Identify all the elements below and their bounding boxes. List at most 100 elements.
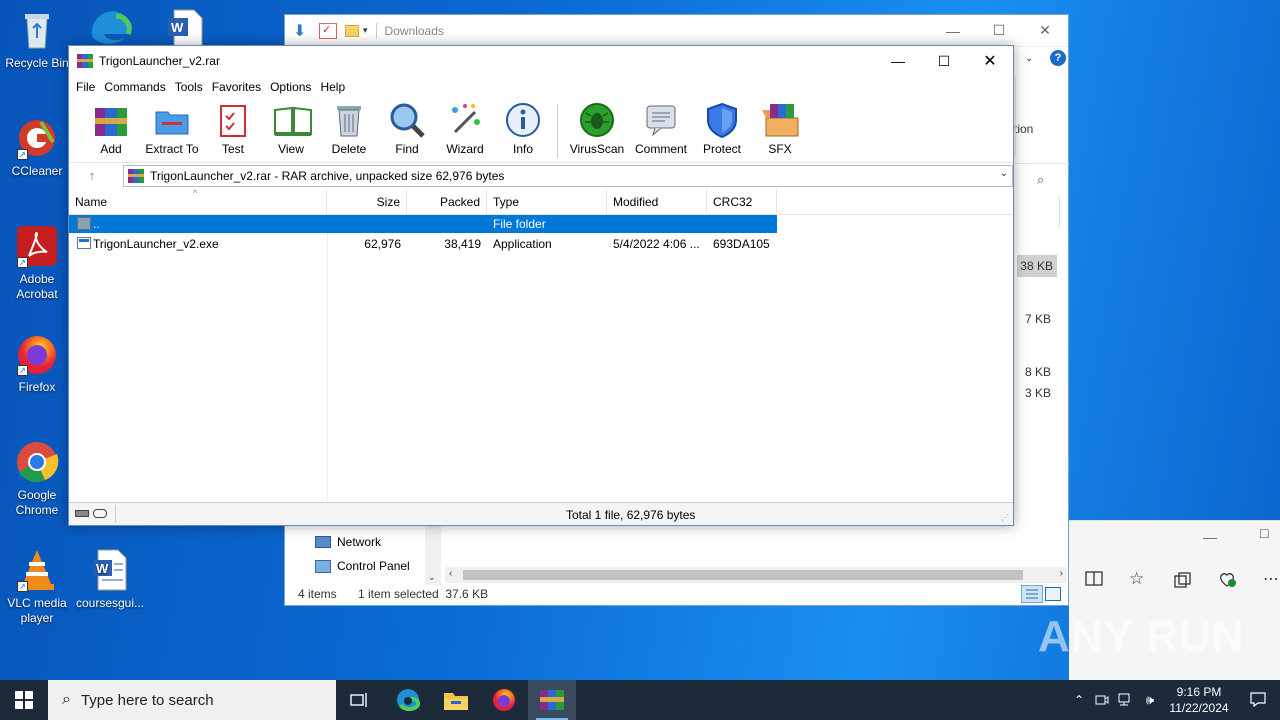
window-title: Downloads (384, 23, 444, 38)
nav-item-network[interactable]: Network (315, 535, 381, 549)
network-icon[interactable] (1114, 692, 1138, 709)
resize-grip-icon[interactable]: ⋰ (1001, 513, 1009, 522)
desktop-icon-label: Google Chrome (15, 488, 59, 517)
desktop-icon-vlc[interactable]: ↗ VLC media player (1, 548, 73, 626)
close-button[interactable]: ✕ (967, 51, 1013, 71)
toolbar-sfx-button[interactable]: SFX (752, 102, 808, 156)
menu-favorites[interactable]: Favorites (212, 80, 270, 94)
menu-options[interactable]: Options (270, 80, 320, 94)
chevron-up-icon[interactable]: ⌃ (1068, 693, 1090, 707)
desktop-icon-google-chrome[interactable]: Google Chrome (1, 440, 73, 518)
nav-scrollbar[interactable]: ⌄ (425, 525, 441, 585)
word-desktop-icon[interactable]: W (164, 8, 204, 47)
table-row-parent-folder[interactable]: .. File folder (69, 215, 777, 233)
column-packed[interactable]: Packed (407, 188, 487, 215)
task-view-button[interactable] (336, 680, 384, 720)
winrar-window[interactable]: TrigonLauncher_v2.rar — ☐ ✕ File Command… (68, 45, 1014, 526)
new-folder-icon[interactable] (345, 24, 359, 37)
maximize-button[interactable]: ☐ (976, 16, 1022, 46)
more-options-icon[interactable]: ⋯ (1263, 569, 1279, 589)
scroll-right-arrow-icon[interactable]: › (1060, 568, 1063, 579)
minimize-button[interactable]: — (875, 53, 921, 69)
toolbar-view-button[interactable]: View (263, 102, 319, 156)
toolbar-protect-button[interactable]: Protect (694, 102, 750, 156)
winrar-titlebar[interactable]: TrigonLauncher_v2.rar — ☐ ✕ (69, 46, 1013, 76)
toolbar-separator (557, 104, 558, 158)
taskbar-firefox-button[interactable] (480, 680, 528, 720)
virus-scan-icon (579, 102, 615, 138)
chevron-down-icon[interactable]: ⌄ (428, 572, 436, 583)
control-panel-icon (315, 559, 331, 573)
edge-desktop-icon[interactable] (88, 6, 136, 46)
desktop-icon-ccleaner[interactable]: ↗ CCleaner (1, 116, 73, 179)
notifications-icon[interactable] (1236, 691, 1280, 710)
column-crc32[interactable]: CRC32 (707, 188, 777, 215)
chevron-down-icon[interactable]: ⌄ (1000, 168, 1008, 179)
browser-essentials-icon[interactable] (1217, 569, 1237, 592)
toolbar-delete-button[interactable]: Delete (321, 102, 377, 156)
column-label: Modified (613, 194, 659, 209)
toolbar-label: VirusScan (569, 142, 625, 156)
toolbar-comment-button[interactable]: Comment (630, 102, 692, 156)
column-label: Type (493, 194, 520, 209)
desktop-icon-coursesguide[interactable]: W coursesgui... (74, 548, 146, 611)
toolbar-test-button[interactable]: Test (205, 102, 261, 156)
close-button[interactable]: ✕ (1022, 16, 1068, 46)
nav-item-label: Network (337, 535, 382, 549)
clock[interactable]: 9:16 PM 11/22/2024 (1162, 684, 1236, 716)
menu-file[interactable]: File (76, 80, 104, 94)
toolbar-find-button[interactable]: Find (379, 102, 435, 156)
help-icon[interactable]: ? (1050, 50, 1066, 66)
desktop-icon-recycle-bin[interactable]: Recycle Bin (1, 8, 73, 71)
chevron-down-icon[interactable]: ⌄ (1025, 53, 1033, 64)
maximize-icon[interactable]: ☐ (1259, 527, 1270, 541)
network-icon (315, 536, 331, 548)
scrollbar-thumb[interactable] (463, 570, 1023, 580)
desktop-icon-firefox[interactable]: ↗ Firefox (1, 332, 73, 395)
collections-icon[interactable] (1173, 571, 1191, 592)
explorer-titlebar[interactable]: ⬇ ✓ ▾ Downloads — ☐ ✕ (285, 15, 1068, 47)
properties-icon[interactable]: ✓ (319, 22, 337, 39)
minimize-icon[interactable]: — (1203, 529, 1217, 545)
menu-help[interactable]: Help (320, 80, 354, 94)
winrar-app-icon (77, 54, 93, 68)
start-button[interactable] (0, 680, 48, 720)
up-arrow-icon[interactable]: ↑ (69, 168, 115, 183)
table-row-file[interactable]: TrigonLauncher_v2.exe 62,976 38,419 Appl… (69, 235, 777, 253)
split-screen-icon[interactable] (1085, 571, 1105, 587)
favorites-icon[interactable]: ☆ (1129, 569, 1144, 589)
details-view-icon[interactable] (1021, 585, 1043, 603)
divider (1015, 77, 1016, 157)
nav-item-control-panel[interactable]: Control Panel (315, 559, 410, 573)
toolbar-virusscan-button[interactable]: VirusScan (566, 102, 628, 156)
toolbar-extract-to-button[interactable]: Extract To (141, 102, 203, 156)
toolbar-wizard-button[interactable]: Wizard (437, 102, 493, 156)
toolbar-add-button[interactable]: Add (83, 102, 139, 156)
maximize-button[interactable]: ☐ (921, 53, 967, 70)
taskbar-search-box[interactable]: ⌕ Type here to search (48, 680, 336, 720)
menu-commands[interactable]: Commands (104, 80, 174, 94)
toolbar-info-button[interactable]: Info (495, 102, 551, 156)
horizontal-scrollbar[interactable]: ‹ › (445, 567, 1067, 583)
status-text: Total 1 file, 62,976 bytes (566, 508, 696, 522)
desktop-icon-adobe-acrobat[interactable]: ↗ Adobe Acrobat (1, 224, 73, 302)
taskbar-file-explorer-button[interactable] (432, 680, 480, 720)
column-modified[interactable]: Modified (607, 188, 707, 215)
meet-now-icon[interactable] (1090, 692, 1114, 709)
taskbar-winrar-button[interactable] (528, 680, 576, 720)
column-type[interactable]: Type (487, 188, 607, 215)
search-icon[interactable]: ⌕ (1037, 172, 1044, 188)
taskbar-edge-button[interactable] (384, 680, 432, 720)
column-name[interactable]: Name ^ (69, 188, 327, 215)
volume-icon[interactable]: 🕪 (1138, 692, 1162, 708)
menu-tools[interactable]: Tools (175, 80, 212, 94)
large-icons-view-icon[interactable] (1045, 587, 1061, 601)
desktop-icon-label: Adobe Acrobat (16, 272, 58, 301)
column-label: Packed (439, 194, 480, 209)
scroll-left-arrow-icon[interactable]: ‹ (449, 568, 452, 579)
column-size[interactable]: Size (327, 188, 407, 215)
watermark-logo: ANY RUN (1038, 612, 1245, 661)
minimize-button[interactable]: — (930, 16, 976, 46)
archive-path-combo[interactable]: TrigonLauncher_v2.rar - RAR archive, unp… (123, 165, 1013, 187)
chevron-down-icon[interactable]: ▾ (363, 25, 368, 36)
